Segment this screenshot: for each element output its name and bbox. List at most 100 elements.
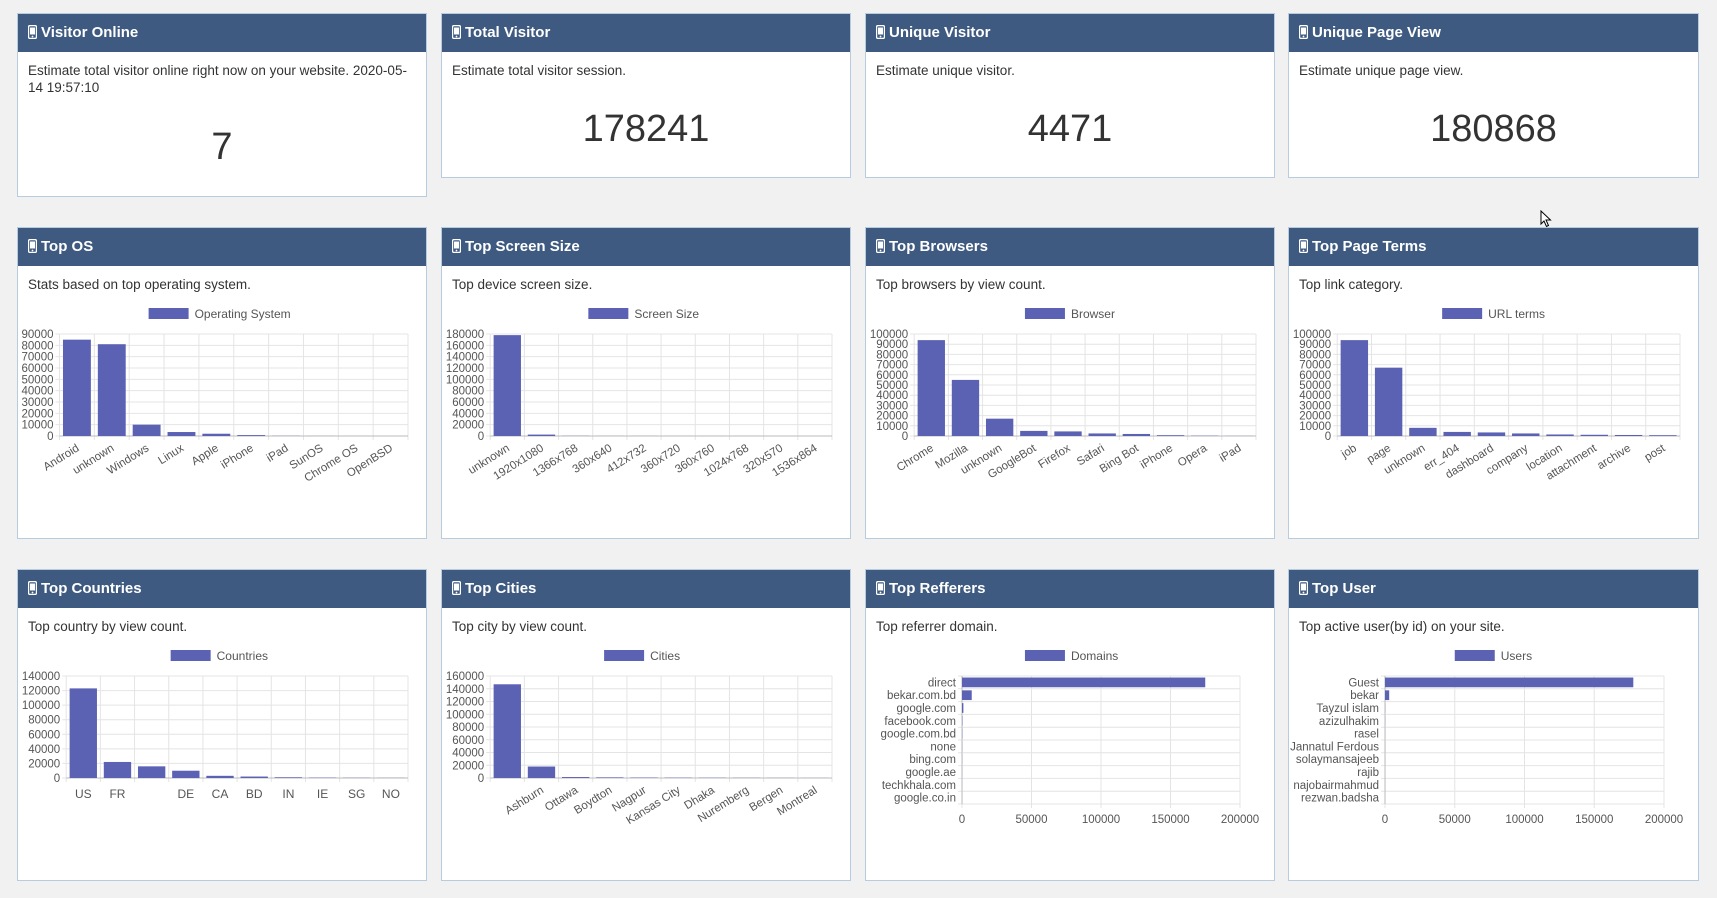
y-tick-label: 80000: [22, 340, 54, 352]
mobile-icon: [27, 580, 38, 596]
x-tick-label: Chrome: [895, 442, 936, 474]
x-tick-label: 200000: [1221, 814, 1259, 826]
card-header: Total Visitor: [442, 14, 850, 52]
legend-label: Domains: [1071, 649, 1118, 663]
y-tick-label: 60000: [28, 729, 60, 741]
y-tick-label: 0: [478, 431, 484, 443]
card-header: Top Screen Size: [442, 228, 850, 266]
countries-bar-chart: Countries 0 20000 40000 60000 80000 100000 1200…: [22, 649, 409, 801]
x-tick-label: iPhone: [1138, 442, 1175, 471]
bar-windows: [132, 424, 161, 436]
legend-label: Browser: [1071, 307, 1115, 321]
legend-label: Screen Size: [634, 307, 699, 321]
referrers-bar-chart: Domains 0 50000 100000 150000 200000 directbek…: [881, 649, 1260, 826]
os-bar-chart: Operating System 010000200003000040000500…: [22, 307, 409, 485]
card-description: Top city by view count.: [452, 619, 588, 634]
y-tick-label: techkhala.com: [882, 780, 956, 792]
x-tick-label: Apple: [190, 442, 221, 468]
mobile-icon: [1298, 238, 1309, 254]
y-tick-label: 0: [47, 431, 53, 443]
x-tick-label: 0: [959, 814, 965, 826]
bar-firefox: [1054, 431, 1082, 436]
y-tick-label: 100000: [446, 374, 484, 386]
y-tick-label: 160000: [446, 340, 484, 352]
bar-company: [1512, 433, 1540, 436]
chart-card-top-cities: Top Cities Top city by view count. Citie…: [441, 569, 851, 881]
x-tick-label: IE: [317, 787, 328, 801]
card-description: Top country by view count.: [28, 619, 188, 634]
y-tick-label: Guest: [1348, 677, 1379, 689]
y-tick-label: 80000: [452, 386, 484, 398]
y-tick-label: 20000: [22, 408, 54, 420]
chart-card-top-browsers: Top Browsers Top browsers by view count.…: [865, 227, 1275, 539]
bar-google-com: [962, 703, 964, 713]
stat-card-total-visitor: Total Visitor Estimate total visitor ses…: [441, 13, 851, 178]
card-title: Top Screen Size: [465, 238, 580, 255]
card-title: Top OS: [41, 238, 94, 255]
y-tick-label: Jannatul Ferdous: [1290, 741, 1379, 753]
x-tick-label: 100000: [1082, 814, 1120, 826]
y-tick-label: google.ae: [905, 767, 956, 779]
y-tick-label: solaymansajeeb: [1296, 754, 1379, 766]
legend-swatch: [1454, 650, 1495, 661]
card-description: Top browsers by view count.: [876, 277, 1046, 292]
y-tick-label: Tayzul islam: [1316, 703, 1379, 715]
y-tick-label: 60000: [452, 735, 484, 747]
bar-safari: [1088, 433, 1116, 436]
legend-swatch: [1024, 308, 1065, 319]
y-tick-label: 20000: [452, 420, 484, 432]
bar-unknown: [493, 335, 521, 436]
bar-fr: [103, 761, 132, 778]
card-description: Top device screen size.: [452, 277, 593, 292]
legend-label: Cities: [650, 649, 680, 663]
legend-swatch: [170, 650, 211, 661]
mobile-icon: [451, 580, 462, 596]
bar-page: [1374, 367, 1403, 436]
chart-card-top-page-terms: Top Page Terms Top link category. URL te…: [1288, 227, 1699, 539]
card-description: Estimate total visitor session.: [452, 63, 627, 78]
bar-apple: [202, 433, 231, 436]
card-header: Top Refferers: [866, 570, 1274, 608]
bar-1920x1080: [527, 434, 556, 436]
legend-label: URL terms: [1488, 307, 1545, 321]
card-header: Top OS: [18, 228, 426, 266]
chart-legend: Screen Size: [588, 307, 699, 321]
stat-value: 178241: [582, 108, 710, 150]
card-title: Top Refferers: [889, 580, 986, 597]
x-tick-label: SG: [348, 787, 365, 801]
bar-bing-bot: [1122, 433, 1151, 436]
bar-direct: [962, 677, 1206, 688]
y-tick-label: 0: [54, 773, 60, 785]
y-tick-label: 120000: [446, 697, 484, 709]
y-tick-label: 80000: [28, 715, 60, 727]
x-tick-label: US: [75, 787, 92, 801]
x-tick-label: 150000: [1151, 814, 1189, 826]
x-tick-label: FR: [109, 787, 125, 801]
bar-de: [172, 770, 200, 778]
bar-android: [62, 339, 91, 436]
bar-bekar-com-bd: [962, 690, 972, 701]
bar-bd: [240, 776, 268, 778]
x-tick-label: 50000: [1439, 814, 1471, 826]
card-title: Unique Page View: [1312, 24, 1441, 41]
stat-card-unique-page-view: Unique Page View Estimate unique page vi…: [1288, 13, 1699, 178]
x-tick-label: IN: [282, 787, 294, 801]
card-header: Top Cities: [442, 570, 850, 608]
stat-value: 180868: [1430, 108, 1557, 150]
mouse-cursor-icon: [1540, 210, 1552, 228]
card-title: Top Countries: [41, 580, 142, 597]
card-title: Top User: [1312, 580, 1376, 597]
y-tick-label: 10000: [22, 420, 54, 432]
stat-card-visitor-online: Visitor Online Estimate total visitor on…: [17, 13, 427, 197]
x-tick-label: Linux: [156, 442, 186, 467]
browsers-bar-chart: Browser010000200003000040000500006000070…: [870, 307, 1257, 481]
y-tick-label: facebook.com: [884, 716, 956, 728]
y-tick-label: 140000: [446, 684, 484, 696]
bar-blank-2: [137, 766, 166, 778]
bar-boydton: [596, 777, 624, 778]
bar-dashboard: [1477, 432, 1506, 436]
chart-grid: [1381, 675, 1665, 808]
mobile-icon: [875, 580, 886, 596]
card-description: Top active user(by id) on your site.: [1299, 619, 1505, 634]
chart-legend: Operating System: [148, 307, 291, 321]
